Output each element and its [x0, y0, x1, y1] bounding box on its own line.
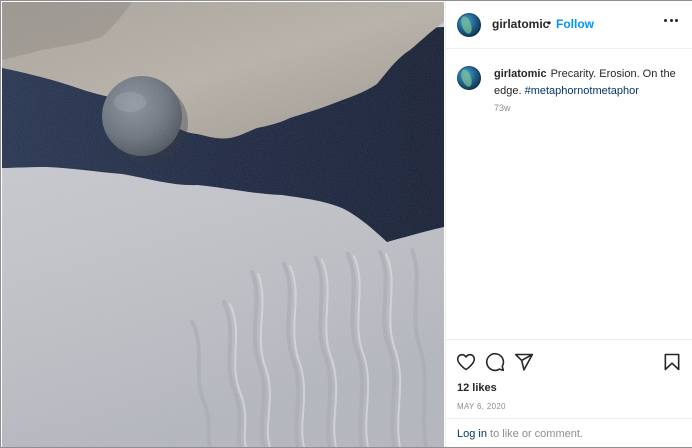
- post-username[interactable]: girlatomic: [492, 17, 549, 31]
- login-text: Log in to like or comment.: [457, 428, 583, 440]
- login-prompt: Log in to like or comment.: [446, 418, 692, 448]
- post-age[interactable]: 73w: [494, 103, 511, 113]
- caption-username[interactable]: girlatomic: [494, 68, 547, 80]
- comment-icon[interactable]: [485, 352, 505, 372]
- post-side-panel: girlatomic • Follow girlatomic Precarity.…: [445, 1, 692, 447]
- login-rest: to like or comment.: [490, 428, 583, 440]
- more-options-icon[interactable]: [664, 19, 678, 23]
- comments-section: girlatomic Precarity. Erosion. On the edg…: [446, 49, 692, 339]
- heart-icon[interactable]: [456, 352, 476, 372]
- caption-avatar[interactable]: [457, 66, 481, 90]
- separator-dot: •: [547, 16, 552, 30]
- action-bar: [446, 339, 692, 380]
- post-dialog: girlatomic • Follow girlatomic Precarity.…: [0, 0, 692, 448]
- bookmark-icon[interactable]: [662, 352, 682, 372]
- post-photo-art: [2, 2, 444, 447]
- login-link[interactable]: Log in: [457, 428, 487, 440]
- post-photo[interactable]: [2, 2, 444, 447]
- post-header: girlatomic • Follow: [446, 1, 692, 49]
- avatar[interactable]: [457, 13, 481, 37]
- post-caption: girlatomic Precarity. Erosion. On the edg…: [494, 66, 680, 100]
- follow-button[interactable]: Follow: [556, 17, 594, 31]
- likes-count[interactable]: 12 likes: [457, 382, 497, 394]
- hashtag-link[interactable]: #metaphornotmetaphor: [525, 85, 639, 97]
- share-icon[interactable]: [514, 352, 534, 372]
- post-date[interactable]: MAY 6, 2020: [457, 402, 506, 411]
